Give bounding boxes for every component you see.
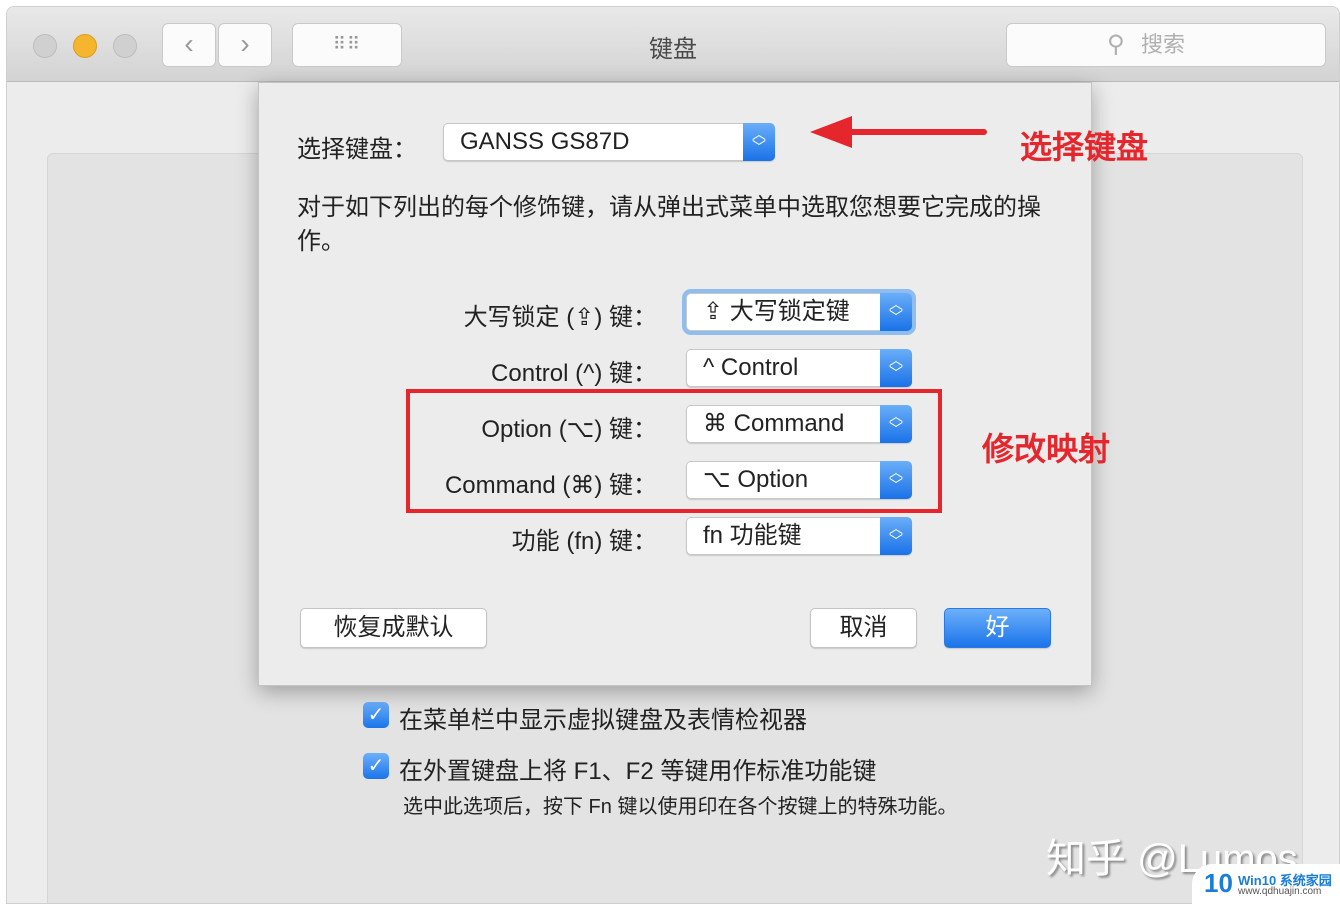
control-select[interactable]: ^ Control ︿ ﹀ [686,349,912,387]
caps-lock-select[interactable]: ⇪ 大写锁定键 ︿ ﹀ [686,293,912,331]
site-badge: 10 Win10 系统家园 www.qdhuajin.com [1192,864,1340,904]
annotation-arrow-icon [810,116,987,148]
caps-lock-label: 大写锁定 (⇪) 键： [463,304,657,331]
annotation-modify-mapping: 修改映射 [982,431,1111,467]
search-icon: ⚲ [1107,31,1125,58]
cancel-button[interactable]: 取消 [810,608,917,648]
updown-chevron-icon: ︿ ﹀ [880,349,912,387]
show-viewer-label: 在菜单栏中显示虚拟键盘及表情检视器 [399,707,807,734]
annotation-highlight-box [406,389,942,513]
fn-label: 功能 (fn) 键： [511,528,657,555]
caps-lock-value: ⇪ 大写锁定键 [703,298,850,325]
updown-chevron-icon: ︿ ﹀ [880,293,912,331]
updown-chevron-icon: ︿ ﹀ [743,123,775,161]
fn-value: fn 功能键 [703,522,802,549]
modifier-keys-sheet: 选择键盘： GANSS GS87D ︿ ﹀ 对于如下列出的每个修饰键，请从弹出式菜单… [258,82,1092,686]
fn-keys-label: 在外置键盘上将 F1、F2 等键用作标准功能键 [399,758,877,785]
restore-defaults-button[interactable]: 恢复成默认 [300,608,487,648]
fn-select[interactable]: fn 功能键 ︿ ﹀ [686,517,912,555]
updown-chevron-icon: ︿ ﹀ [880,517,912,555]
title-bar: ‹ › ⠿⠿ 键盘 ⚲ 搜索 [7,7,1339,82]
control-value: ^ Control [703,354,799,381]
annotation-select-keyboard: 选择键盘 [1020,129,1149,165]
fn-keys-checkbox[interactable]: ✓ [363,753,389,779]
ok-button[interactable]: 好 [944,608,1051,648]
win10-logo-icon: 10 [1204,868,1233,898]
description: 对于如下列出的每个修饰键，请从弹出式菜单中选取您想要它完成的操作。 [297,194,1041,255]
badge-url: www.qdhuajin.com [1238,886,1322,897]
fn-keys-note: 选中此选项后，按下 Fn 键以使用印在各个按键上的特殊功能。 [403,796,958,818]
keyboard-select-value: GANSS GS87D [460,128,630,155]
search-placeholder: 搜索 [1141,32,1186,57]
show-viewer-checkbox[interactable]: ✓ [363,702,389,728]
keyboard-select[interactable]: GANSS GS87D ︿ ﹀ [443,123,775,161]
keyboard-select-label: 选择键盘： [297,136,417,163]
control-label: Control (^) 键： [491,360,657,387]
search-field[interactable]: ⚲ 搜索 [1006,23,1326,67]
